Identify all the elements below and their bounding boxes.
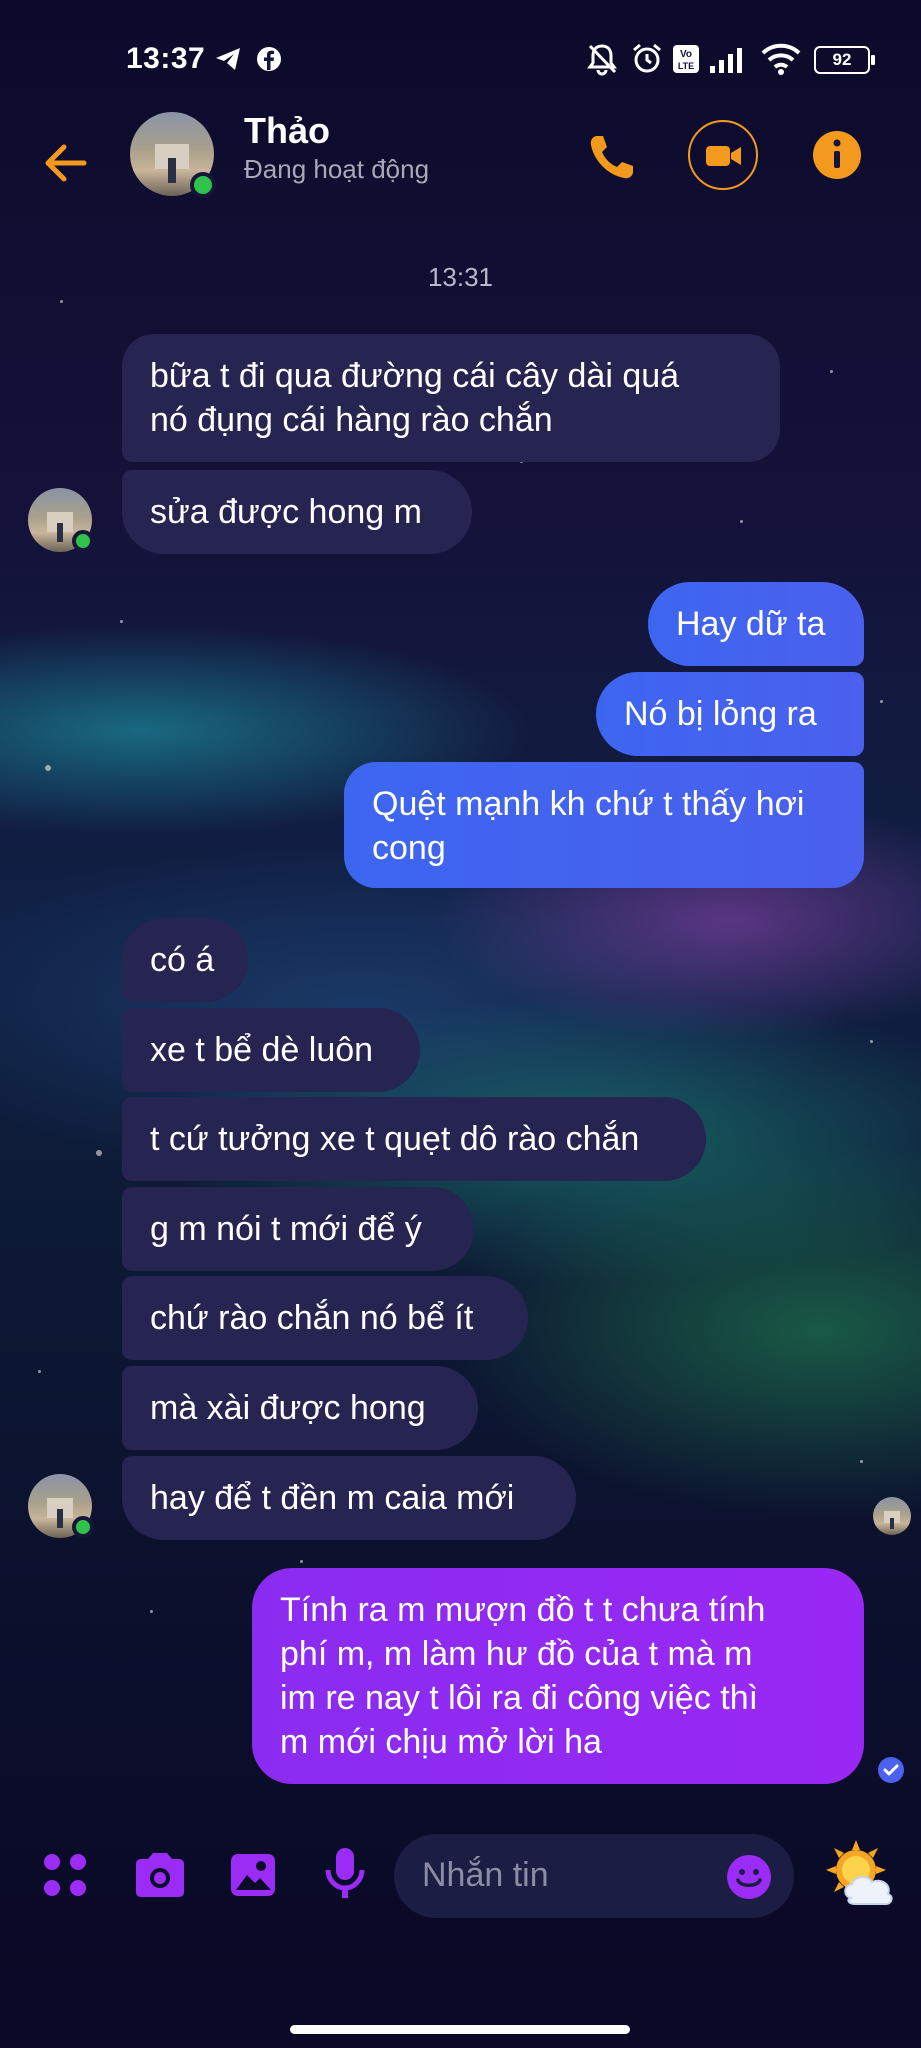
message-line: nó đụng cái hàng rào chắn — [150, 401, 553, 439]
phone-icon[interactable] — [583, 130, 639, 186]
message-line: cong — [372, 829, 446, 867]
emoji-icon[interactable] — [726, 1854, 772, 1900]
message-bubble[interactable]: bữa t đi qua đường cái cây dài quá nó đụ… — [122, 334, 780, 462]
contact-name[interactable]: Thảo — [244, 110, 330, 152]
microphone-icon[interactable] — [322, 1846, 368, 1902]
message-bubble[interactable]: Nó bị lỏng ra — [596, 672, 864, 756]
message-line: Hay dữ ta — [676, 605, 826, 643]
contact-status: Đang hoạt động — [244, 154, 430, 184]
message-line: Nó bị lỏng ra — [624, 695, 817, 733]
message-line: t cứ tưởng xe t quẹt dô rào chắn — [150, 1120, 640, 1158]
message-line: xe t bể dè luôn — [150, 1031, 374, 1069]
back-arrow-icon[interactable] — [38, 135, 94, 191]
message-line: Quệt mạnh kh chứ t thấy hơi — [372, 785, 805, 823]
svg-text:Vo: Vo — [680, 49, 692, 60]
telegram-icon — [216, 48, 240, 70]
message-bubble[interactable]: g m nói t mới để ý — [122, 1187, 474, 1271]
message-bubble[interactable]: Tính ra m mượn đồ t t chưa tính phí m, m… — [252, 1568, 864, 1784]
video-icon — [706, 146, 741, 166]
conversation-timestamp: 13:31 — [427, 262, 494, 292]
svg-text:LTE: LTE — [678, 61, 694, 71]
message-line: hay để t đền m caia mới — [150, 1479, 515, 1517]
wifi-icon — [761, 43, 801, 75]
message-line: phí m, m làm hư đồ của t mà m — [280, 1635, 753, 1673]
volte-icon: Vo LTE — [673, 45, 699, 73]
message-input-placeholder: Nhắn tin — [422, 1856, 549, 1894]
message-line: im re nay t lôi ra đi công việc thì — [280, 1679, 759, 1717]
message-input[interactable]: Nhắn tin — [394, 1834, 794, 1918]
battery-indicator: 92 — [814, 46, 875, 74]
chat-header: Thảo Đang hoạt động — [0, 110, 921, 240]
message-bubble[interactable]: Hay dữ ta — [648, 582, 864, 666]
gallery-icon[interactable] — [228, 1850, 278, 1900]
message-line: m mới chịu mở lời ha — [280, 1723, 602, 1761]
alarm-icon — [633, 43, 661, 73]
message-bubble[interactable]: hay để t đền m caia mới — [122, 1456, 576, 1540]
message-composer: Nhắn tin — [0, 1820, 921, 1940]
status-time: 13:37 — [126, 42, 206, 75]
status-bar: 13:37 Vo LTE 92 — [0, 0, 921, 110]
delivered-check-icon — [878, 1757, 904, 1783]
message-bubble[interactable]: xe t bể dè luôn — [122, 1008, 420, 1092]
home-indicator[interactable] — [290, 2025, 630, 2034]
message-bubble[interactable]: có á — [122, 918, 248, 1002]
online-indicator — [72, 1516, 94, 1538]
mute-icon — [587, 44, 617, 76]
signal-icon — [710, 48, 742, 73]
message-line: Tính ra m mượn đồ t t chưa tính — [280, 1591, 766, 1629]
seen-avatar — [873, 1497, 911, 1535]
message-line: mà xài được hong — [150, 1389, 426, 1427]
message-bubble[interactable]: t cứ tưởng xe t quẹt dô rào chắn — [122, 1097, 706, 1181]
message-line: chứ rào chắn nó bể ít — [150, 1299, 474, 1337]
message-bubble[interactable]: mà xài được hong — [122, 1366, 478, 1450]
apps-icon[interactable] — [40, 1850, 90, 1900]
video-call-button[interactable] — [688, 120, 758, 190]
weather-sticker-icon[interactable] — [822, 1838, 898, 1914]
online-indicator — [190, 172, 216, 198]
message-line: sửa được hong m — [150, 493, 422, 531]
info-icon[interactable] — [812, 130, 862, 180]
message-bubble[interactable]: Quệt mạnh kh chứ t thấy hơi cong — [344, 762, 864, 888]
message-line: có á — [150, 941, 215, 979]
online-indicator — [72, 530, 94, 552]
message-line: bữa t đi qua đường cái cây dài quá — [150, 357, 680, 395]
message-bubble[interactable]: sửa được hong m — [122, 470, 472, 554]
message-bubble[interactable]: chứ rào chắn nó bể ít — [122, 1276, 528, 1360]
facebook-icon — [257, 47, 281, 71]
message-line: g m nói t mới để ý — [150, 1210, 422, 1248]
camera-icon[interactable] — [132, 1850, 188, 1900]
